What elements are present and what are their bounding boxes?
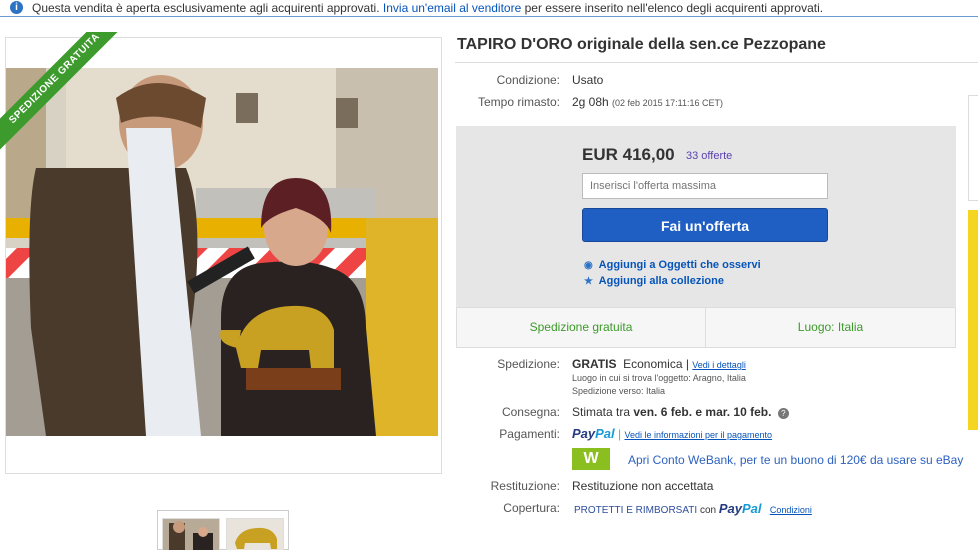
add-to-watchlist-label: Aggiungi a Oggetti che osservi bbox=[598, 259, 761, 271]
payments-value: PayPal | Vedi le informazioni per il pag… bbox=[572, 426, 773, 441]
info-icon: i bbox=[10, 1, 23, 14]
star-icon: ★ bbox=[584, 276, 593, 287]
webank-logo[interactable]: W bbox=[572, 448, 610, 470]
time-left-end: (02 feb 2015 17:11:16 CET) bbox=[612, 98, 723, 108]
time-left-value: 2g 08h (02 feb 2015 17:11:16 CET) bbox=[572, 95, 723, 109]
free-shipping-ribbon-label: SPEDIZIONE GRATUITA bbox=[0, 32, 130, 154]
coverage-value: PROTETTI E RIMBORSATI con PayPal Condizi… bbox=[574, 501, 812, 516]
returns-label: Restituzione: bbox=[490, 479, 560, 493]
right-side-banner[interactable] bbox=[968, 210, 978, 430]
shipping-details-link[interactable]: Vedi i dettagli bbox=[692, 360, 746, 370]
condition-label: Condizione: bbox=[496, 73, 560, 87]
thumbnail-strip bbox=[157, 510, 289, 550]
shipping-type: Economica | bbox=[623, 357, 689, 371]
right-side-panel bbox=[968, 95, 978, 201]
paypal-protection-logo: PayPal bbox=[719, 501, 762, 516]
item-location-summary: Luogo: Italia bbox=[705, 307, 956, 348]
place-bid-button[interactable]: Fai un'offerta bbox=[582, 208, 828, 242]
delivery-prefix: Stimata tra bbox=[572, 405, 631, 419]
shipping-value: GRATIS Economica | Vedi i dettagli bbox=[572, 357, 746, 371]
ships-to: Spedizione verso: Italia bbox=[572, 386, 666, 396]
coverage-conditions-link[interactable]: Condizioni bbox=[770, 505, 812, 515]
thumbnail-2[interactable] bbox=[226, 518, 284, 550]
notice-text: Questa vendita è aperta esclusivamente a… bbox=[32, 1, 823, 16]
paypal-protection-pay: Pay bbox=[718, 501, 742, 516]
time-left-remaining: 2g 08h bbox=[572, 95, 609, 109]
time-left-label: Tempo rimasto: bbox=[477, 95, 560, 109]
bid-count-link[interactable]: 33 offerte bbox=[686, 150, 732, 162]
email-seller-link[interactable]: Invia un'email al venditore bbox=[383, 1, 521, 15]
coverage-with: con bbox=[699, 505, 717, 516]
eye-icon: ◉ bbox=[584, 260, 593, 271]
add-to-watchlist-link[interactable]: ◉ Aggiungi a Oggetti che osservi bbox=[584, 259, 761, 271]
add-to-collection-label: Aggiungi alla collezione bbox=[598, 275, 724, 287]
help-icon[interactable]: ? bbox=[777, 408, 789, 419]
add-to-collection-link[interactable]: ★ Aggiungi alla collezione bbox=[584, 275, 724, 287]
shipping-free: GRATIS bbox=[572, 357, 617, 371]
condition-value: Usato bbox=[572, 73, 604, 87]
paypal-logo-pay: Pay bbox=[572, 426, 596, 441]
delivery-value: Stimata tra ven. 6 feb. e mar. 10 feb. ? bbox=[572, 405, 789, 419]
paypal-logo-pal: Pal bbox=[595, 426, 615, 441]
item-location: Luogo in cui si trova l'oggetto: Aragno,… bbox=[572, 373, 746, 383]
paypal-protection-pal: Pal bbox=[741, 501, 762, 516]
paypal-logo: PayPal bbox=[572, 426, 615, 441]
delivery-label: Consegna: bbox=[501, 405, 560, 419]
delivery-dates: ven. 6 feb. e mar. 10 feb. bbox=[633, 405, 772, 419]
webank-promo-link[interactable]: Apri Conto WeBank, per te un buono di 12… bbox=[628, 453, 963, 467]
free-shipping-ribbon: SPEDIZIONE GRATUITA bbox=[0, 32, 130, 162]
current-price: EUR 416,00 bbox=[582, 145, 675, 164]
title-divider bbox=[455, 62, 978, 63]
free-shipping-summary: Spedizione gratuita bbox=[456, 307, 706, 348]
payment-info-link[interactable]: Vedi le informazioni per il pagamento bbox=[624, 430, 772, 440]
coverage-label: Copertura: bbox=[503, 501, 560, 515]
returns-value: Restituzione non accettata bbox=[572, 479, 714, 493]
approved-buyers-notice: i Questa vendita è aperta esclusivamente… bbox=[0, 0, 978, 17]
notice-text-after: per essere inserito nell'elenco degli ac… bbox=[524, 1, 824, 15]
coverage-text: PROTETTI E RIMBORSATI bbox=[574, 505, 698, 516]
max-bid-input[interactable] bbox=[582, 173, 828, 199]
shipping-label: Spedizione: bbox=[497, 357, 560, 371]
notice-text-before: Questa vendita è aperta esclusivamente a… bbox=[32, 1, 380, 15]
item-title: TAPIRO D'ORO originale della sen.ce Pezz… bbox=[457, 36, 826, 53]
thumbnail-1[interactable] bbox=[162, 518, 220, 550]
payments-label: Pagamenti: bbox=[499, 427, 560, 441]
